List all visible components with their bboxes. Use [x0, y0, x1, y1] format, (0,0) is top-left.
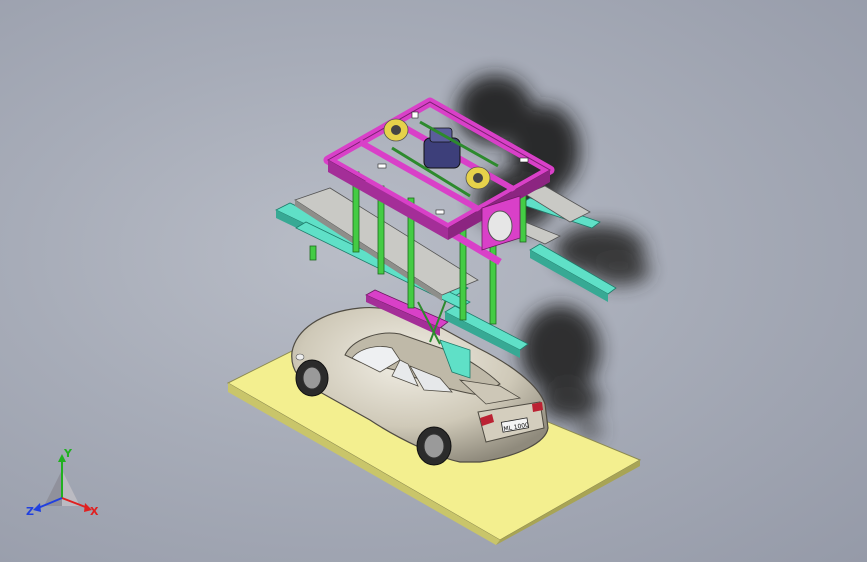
- orientation-triad[interactable]: Y X Z: [22, 448, 102, 522]
- triad-x-label: X: [90, 505, 99, 518]
- cad-viewport[interactable]: ML 1000 Y X Z: [0, 0, 867, 562]
- triad-z-label: Z: [26, 505, 34, 518]
- triad-y-label: Y: [64, 447, 72, 460]
- model-scene[interactable]: ML 1000: [0, 0, 867, 562]
- z-arrow-icon: [33, 503, 41, 512]
